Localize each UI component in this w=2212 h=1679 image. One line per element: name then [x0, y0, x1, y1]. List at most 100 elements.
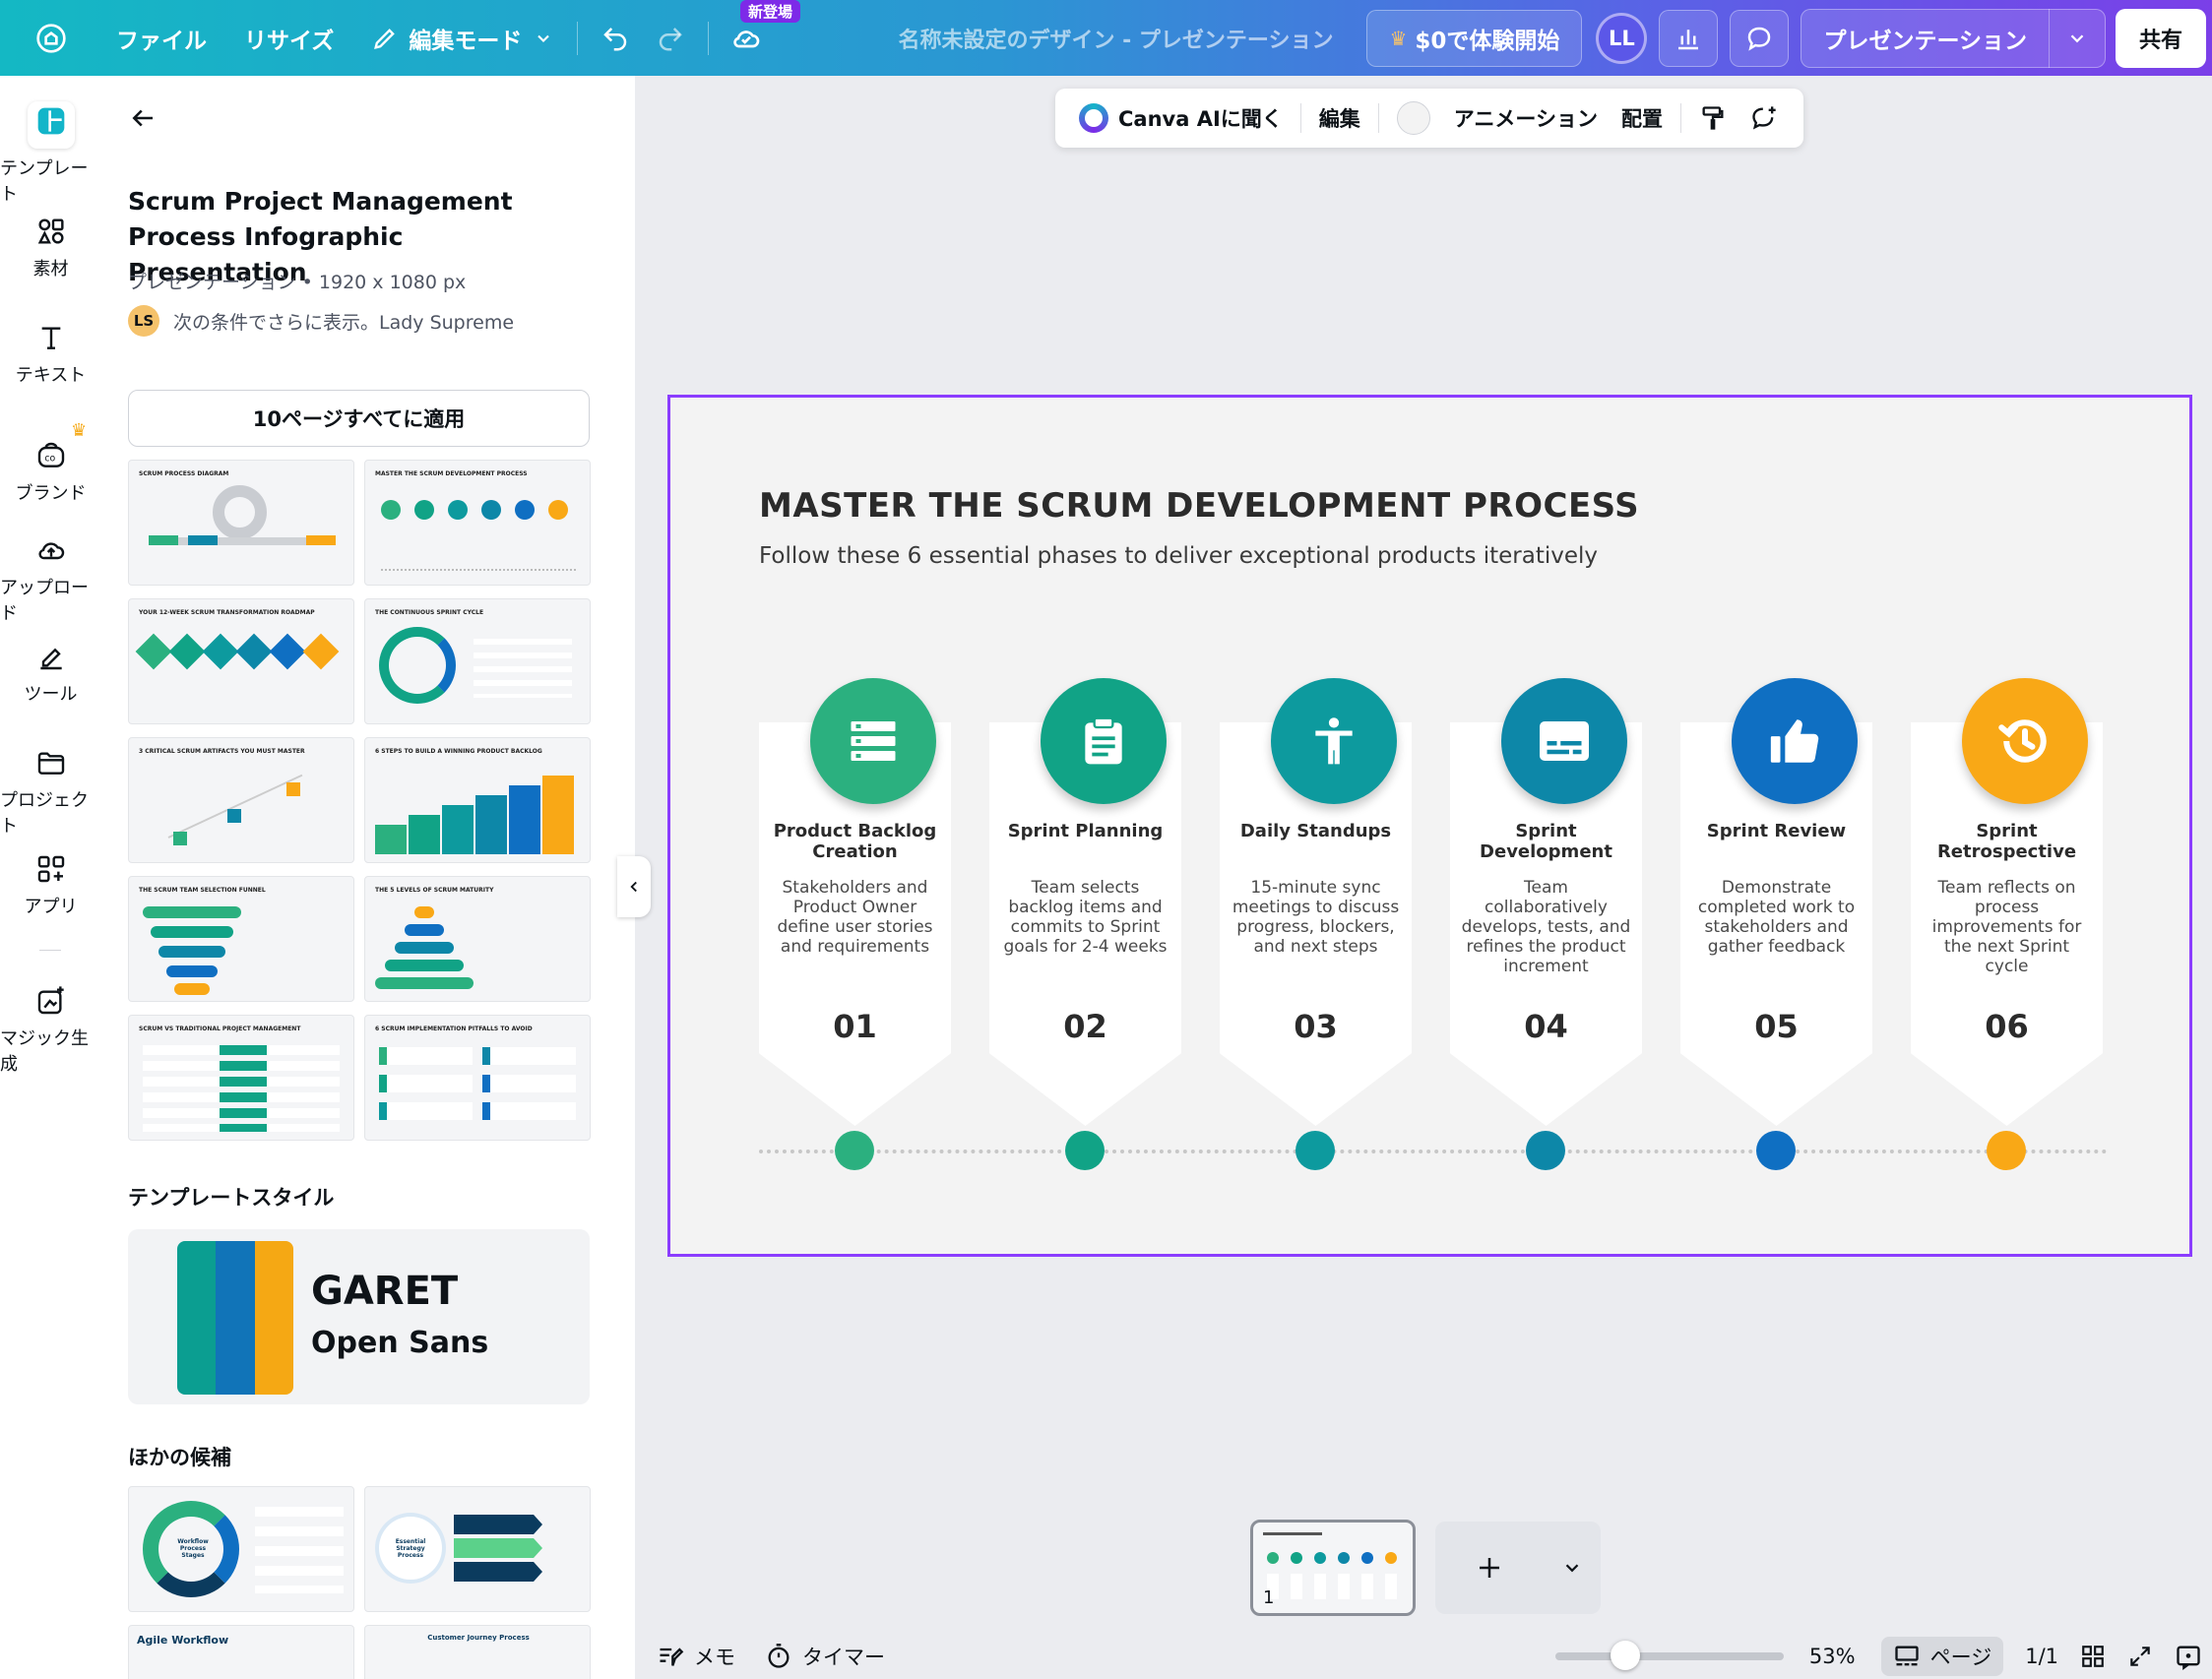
notes-button[interactable]: メモ — [657, 1642, 735, 1671]
edit-button[interactable]: 編集 — [1307, 96, 1372, 140]
share-button[interactable]: 共有 — [2115, 8, 2206, 68]
help-icon — [2177, 1646, 2200, 1670]
clipboard-icon — [1085, 716, 1122, 765]
zoom-slider[interactable] — [1554, 1641, 1784, 1670]
user-avatar-button[interactable]: LL — [1596, 12, 1648, 64]
timeline-dot — [1987, 1131, 2026, 1170]
timer-label: タイマー — [802, 1646, 885, 1669]
template-style-card[interactable]: GARET Open Sans — [128, 1229, 590, 1404]
other-template-thumb[interactable]: Essential Strategy Process — [364, 1486, 591, 1612]
resize-button[interactable]: リサイズ — [230, 11, 348, 66]
zoom-track[interactable] — [1554, 1641, 1784, 1670]
template-page-thumb[interactable]: 3 CRITICAL SCRUM ARTIFACTS YOU MUST MAST… — [128, 737, 354, 863]
divider — [1377, 103, 1379, 133]
fullscreen-button[interactable] — [2127, 1644, 2153, 1669]
timer-button[interactable]: タイマー — [765, 1642, 885, 1671]
rail-item-apps[interactable]: アプリ — [0, 853, 101, 918]
style-color-swatch — [216, 1241, 255, 1395]
redo-button[interactable] — [643, 11, 698, 66]
home-icon — [36, 23, 66, 53]
phase-title: Sprint Planning — [1007, 821, 1164, 841]
phase-number: 04 — [1524, 1008, 1568, 1045]
template-author[interactable]: LS 次の条件でさらに表示。Lady Supreme — [128, 305, 514, 337]
slide-canvas[interactable]: MASTER THE SCRUM DEVELOPMENT PROCESS Fol… — [667, 395, 2192, 1257]
list-icon — [851, 721, 896, 761]
rail-item-magic[interactable]: マジック生成 — [0, 985, 101, 1076]
apply-all-pages-button[interactable]: 10ページすべてに適用 — [128, 390, 590, 447]
grid-icon — [2082, 1646, 2104, 1667]
thumbs-up-icon — [1770, 719, 1819, 763]
background-color-button[interactable] — [1385, 96, 1442, 140]
timeline-dot — [1526, 1131, 1565, 1170]
phase-card[interactable]: Product Backlog Creation Stakeholders an… — [759, 678, 951, 1126]
slide-subtitle[interactable]: Follow these 6 essential phases to deliv… — [759, 543, 1598, 569]
add-page-options-button[interactable] — [1544, 1522, 1601, 1614]
grid-view-button[interactable] — [2080, 1644, 2106, 1669]
present-button[interactable]: プレゼンテーション — [1801, 11, 2049, 66]
document-title[interactable]: 名称未設定のデザイン - プレゼンテーション — [898, 23, 1333, 54]
slide-title[interactable]: MASTER THE SCRUM DEVELOPMENT PROCESS — [759, 486, 1639, 526]
rail-label: プロジェクト — [0, 790, 89, 837]
phase-number: 05 — [1754, 1008, 1799, 1045]
crown-icon: ♛ — [1389, 26, 1408, 50]
back-button[interactable] — [128, 103, 158, 137]
template-page-thumb[interactable]: YOUR 12-WEEK SCRUM TRANSFORMATION ROADMA… — [128, 598, 354, 724]
undo-button[interactable] — [588, 11, 643, 66]
home-button[interactable] — [24, 11, 79, 66]
rail-item-projects[interactable]: プロジェクト — [0, 747, 101, 838]
rail-item-tools[interactable]: ツール — [0, 641, 101, 706]
bottom-bar: メモ タイマー 53% ページ 1/1 — [635, 1634, 2212, 1679]
phase-card[interactable]: Daily Standups 15-minute sync meetings t… — [1220, 678, 1412, 1126]
timeline-dot — [1296, 1131, 1335, 1170]
position-button[interactable]: 配置 — [1610, 96, 1675, 140]
ask-canva-ai-button[interactable]: Canva AIに聞く — [1067, 96, 1295, 140]
rail-label: テンプレート — [0, 158, 89, 205]
edit-mode-button[interactable]: 編集モード — [357, 11, 567, 66]
person-icon — [1315, 717, 1353, 765]
folder-icon — [37, 752, 64, 775]
toolbar-divider — [577, 21, 579, 55]
phase-card[interactable]: Sprint Planning Team selects backlog ite… — [989, 678, 1181, 1126]
page-thumbnail[interactable]: 1 — [1250, 1520, 1416, 1616]
avatar: LL — [1596, 12, 1648, 64]
comment-add-icon — [1752, 106, 1776, 130]
copy-style-button[interactable] — [1687, 96, 1738, 140]
template-page-thumb[interactable]: THE SCRUM TEAM SELECTION FUNNEL — [128, 876, 354, 1002]
add-comment-button[interactable] — [1738, 96, 1790, 140]
insights-button[interactable] — [1659, 9, 1719, 67]
template-page-thumb[interactable]: SCRUM PROCESS DIAGRAM — [128, 460, 354, 586]
animation-button[interactable]: アニメーション — [1442, 96, 1610, 140]
zoom-handle[interactable] — [1611, 1641, 1641, 1670]
zoom-percent[interactable]: 53% — [1809, 1645, 1856, 1668]
free-trial-button[interactable]: ♛ $0で体験開始 — [1366, 9, 1583, 67]
template-page-thumb[interactable]: THE 5 LEVELS OF SCRUM MATURITY — [364, 876, 591, 1002]
template-page-thumb[interactable]: 6 STEPS TO BUILD A WINNING PRODUCT BACKL… — [364, 737, 591, 863]
elements-icon — [37, 218, 64, 244]
phase-icon-circle — [1271, 678, 1397, 804]
present-options-button[interactable] — [2050, 11, 2105, 66]
phase-card[interactable]: Sprint Development Team collaboratively … — [1450, 678, 1642, 1126]
other-template-thumb[interactable]: Customer Journey Process — [364, 1625, 591, 1679]
apps-icon — [37, 855, 64, 883]
template-page-thumb[interactable]: THE CONTINUOUS SPRINT CYCLE — [364, 598, 591, 724]
phase-icon-circle — [810, 678, 936, 804]
collapse-panel-button[interactable] — [617, 856, 651, 917]
pages-icon — [1894, 1646, 1919, 1666]
rail-item-uploads[interactable]: アップロード — [0, 534, 101, 625]
pages-view-button[interactable]: ページ — [1880, 1637, 2004, 1676]
add-page-button[interactable] — [1435, 1522, 1544, 1614]
template-page-thumb[interactable]: 6 SCRUM IMPLEMENTATION PITFALLS TO AVOID — [364, 1015, 591, 1141]
other-template-thumb[interactable]: Agile Workflow — [128, 1625, 354, 1679]
template-page-thumb[interactable]: MASTER THE SCRUM DEVELOPMENT PROCESS — [364, 460, 591, 586]
help-button[interactable] — [2175, 1643, 2202, 1670]
rail-item-text[interactable]: テキスト — [0, 322, 101, 387]
other-template-thumb[interactable]: Workflow Process Stages — [128, 1486, 354, 1612]
rail-item-elements[interactable]: 素材 — [0, 216, 101, 280]
phase-card[interactable]: Sprint Review Demonstrate completed work… — [1680, 678, 1872, 1126]
file-menu-button[interactable]: ファイル — [102, 11, 221, 66]
rail-item-templates[interactable]: テンプレート — [0, 101, 101, 206]
rail-item-brand[interactable]: ♛ co ブランド — [0, 420, 101, 505]
template-page-thumb[interactable]: SCRUM VS TRADITIONAL PROJECT MANAGEMENT — [128, 1015, 354, 1141]
phase-card[interactable]: Sprint Retrospective Team reflects on pr… — [1911, 678, 2103, 1126]
comments-button[interactable] — [1730, 9, 1790, 67]
